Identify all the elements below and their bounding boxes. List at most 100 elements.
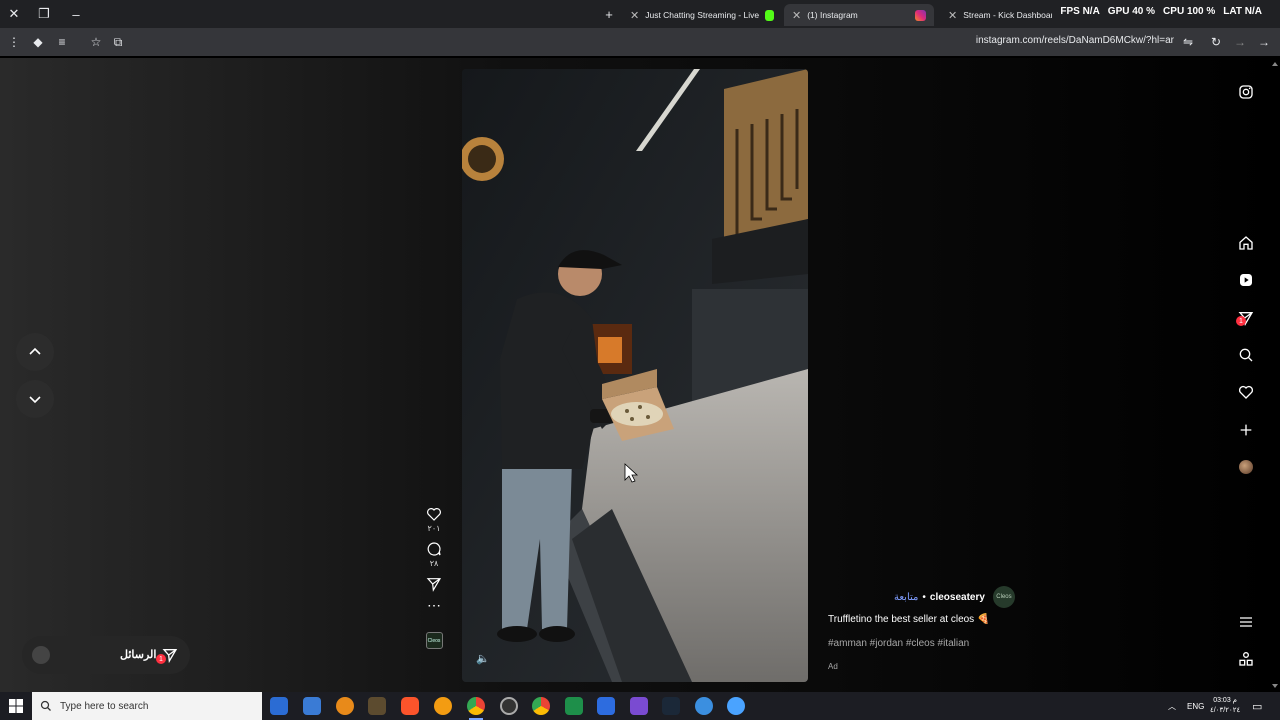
media-app-icon[interactable] [565, 697, 583, 715]
profile-avatar[interactable]: Cleos [992, 586, 1015, 608]
windows-taskbar: Type here to search ︿ ENG 03:03 م ٤/٠٣/٢… [0, 692, 1280, 720]
speaker-icon[interactable]: 🔈 [476, 652, 492, 668]
reload-icon[interactable]: ↻ [1208, 34, 1224, 50]
previous-reel-button[interactable] [16, 333, 54, 371]
notification-center-icon[interactable]: ▭ [1252, 692, 1262, 720]
ad-label: Ad [828, 662, 838, 671]
notifications-heart-icon[interactable] [1232, 378, 1260, 406]
share-button[interactable] [426, 576, 442, 592]
tab-instagram[interactable]: ✕ (1) Instagram [784, 4, 934, 26]
more-options-button[interactable]: ⋯ [427, 597, 441, 613]
messages-label: الرسائل [120, 649, 157, 661]
reel-video-frame [462, 69, 808, 682]
hud-lat: LAT N/A [1223, 6, 1262, 17]
outlook-app-icon[interactable] [270, 697, 288, 715]
extension-icon[interactable]: ◆ [30, 34, 46, 50]
chat-app-icon[interactable] [727, 697, 745, 715]
username-link[interactable]: cleoseatery [930, 592, 985, 603]
close-window-icon[interactable]: ✕ [0, 0, 28, 28]
follow-button[interactable]: متابعة [894, 592, 918, 603]
search-placeholder: Type here to search [60, 700, 149, 712]
minimize-window-icon[interactable]: – [62, 0, 90, 28]
like-button[interactable]: ٢٠١ [426, 506, 442, 533]
taskbar-search-box[interactable]: Type here to search [32, 692, 262, 720]
cloud-app-icon[interactable] [336, 697, 354, 715]
menu-dots-icon[interactable]: ⋮ [6, 34, 22, 50]
performance-overlay: FPS N/A GPU 40 % CPU 100 % LAT N/A [1060, 6, 1262, 17]
windows-start-button[interactable] [0, 692, 32, 720]
new-tab-icon[interactable]: + [595, 0, 623, 28]
language-indicator[interactable]: ENG [1187, 692, 1204, 720]
obs-app-icon[interactable] [500, 697, 518, 715]
address-bar: ⋮ ◆ ≡ ☆ ⧉ instagram.com/reels/DaNamD6MCk… [0, 28, 1280, 56]
tab-close-icon[interactable]: ✕ [948, 9, 957, 22]
game-app-icon[interactable] [368, 697, 386, 715]
tab-kick-live[interactable]: ✕ Just Chatting Streaming - Live [622, 4, 782, 26]
back-icon[interactable]: → [1256, 34, 1272, 50]
hud-gpu: GPU 40 % [1107, 6, 1156, 17]
caption-text: Truffletino the best seller at cleos 🍕 [828, 614, 990, 625]
browser-app-icon[interactable] [434, 697, 452, 715]
messages-badge: 1 [156, 654, 166, 664]
tab-close-icon[interactable]: ✕ [630, 9, 639, 22]
tab-close-icon[interactable]: ✕ [792, 9, 801, 22]
browser-tab-bar: ✕ ❐ – + ✕ Just Chatting Streaming - Live… [0, 0, 1280, 28]
chrome-profile-icon[interactable] [532, 697, 550, 715]
hud-cpu: CPU 100 % [1163, 6, 1216, 17]
install-app-icon[interactable]: ⧉ [110, 34, 126, 50]
messenger-app-icon[interactable] [695, 697, 713, 715]
editor-app-icon[interactable] [630, 697, 648, 715]
chrome-app-icon[interactable] [467, 697, 485, 720]
bookmark-star-icon[interactable]: ☆ [88, 34, 104, 50]
controller-app-icon[interactable] [597, 697, 615, 715]
comment-icon [427, 542, 441, 556]
heart-icon [427, 508, 441, 521]
reel-actions: ٢٠١ ٢٨ ⋯ Cleos [420, 506, 448, 649]
more-dots-icon: ⋯ [427, 597, 441, 613]
taskbar-clock[interactable]: 03:03 م ٤/٠٣/٢٠٢٤ [1210, 696, 1240, 716]
reels-icon[interactable] [1232, 266, 1260, 294]
steam-app-icon[interactable] [662, 697, 680, 715]
next-reel-button[interactable] [16, 380, 54, 418]
instagram-reels-page: 🔈 ٢٠١ ٢٨ ⋯ Cleos متابعة • cleoseatery Cl… [0, 58, 1280, 692]
messages-avatar [32, 646, 50, 664]
hud-fps: FPS N/A [1060, 6, 1100, 17]
tray-chevron-icon[interactable]: ︿ [1168, 692, 1176, 720]
home-icon[interactable] [1232, 229, 1260, 257]
store-app-icon[interactable] [303, 697, 321, 715]
kick-favicon-icon [765, 9, 774, 21]
messages-button[interactable]: الرسائل 1 [22, 636, 190, 674]
tab-label: (1) Instagram [807, 10, 858, 20]
tab-kick-dashboard[interactable]: ✕ Stream - Kick Dashboard [940, 4, 1052, 26]
forward-icon[interactable]: → [1232, 34, 1248, 50]
create-plus-icon[interactable] [1232, 416, 1260, 444]
clock-date: ٤/٠٣/٢٠٢٤ [1210, 707, 1241, 714]
reel-video[interactable]: 🔈 [462, 69, 808, 682]
search-icon[interactable] [1232, 341, 1260, 369]
instagram-logo-icon[interactable] [1232, 78, 1260, 106]
paper-plane-icon [426, 578, 442, 592]
url-field[interactable]: instagram.com/reels/DaNamD6MCkw/?hl=ar [976, 35, 1174, 46]
instagram-favicon-icon [915, 9, 926, 21]
caption-hashtags[interactable]: #amman #jordan #cleos #italian [828, 638, 969, 649]
like-count: ٢٠١ [427, 524, 441, 533]
hamburger-menu-icon[interactable] [1232, 608, 1260, 636]
caption-header: متابعة • cleoseatery Cleos [894, 586, 1015, 608]
clock-time: 03:03 م [1213, 697, 1238, 704]
chevron-down-icon [29, 396, 41, 404]
restore-window-icon[interactable]: ❐ [30, 0, 58, 28]
direct-messages-icon[interactable]: 1 [1232, 304, 1260, 332]
comment-button[interactable]: ٢٨ [426, 541, 442, 568]
profile-avatar-icon[interactable] [1232, 453, 1260, 481]
site-settings-icon[interactable]: ⇋ [1180, 34, 1196, 50]
brave-browser-icon[interactable] [401, 697, 419, 715]
threads-apps-icon[interactable] [1232, 645, 1260, 673]
reader-mode-icon[interactable]: ≡ [54, 34, 70, 50]
tab-label: Just Chatting Streaming - Live [645, 10, 760, 20]
page-scrollbar[interactable] [1270, 58, 1280, 692]
tab-label: Stream - Kick Dashboard [963, 10, 1052, 20]
notification-badge: 1 [1236, 316, 1246, 326]
audio-thumbnail[interactable]: Cleos [425, 632, 443, 649]
windows-logo-icon [9, 699, 23, 713]
search-icon [40, 700, 51, 711]
